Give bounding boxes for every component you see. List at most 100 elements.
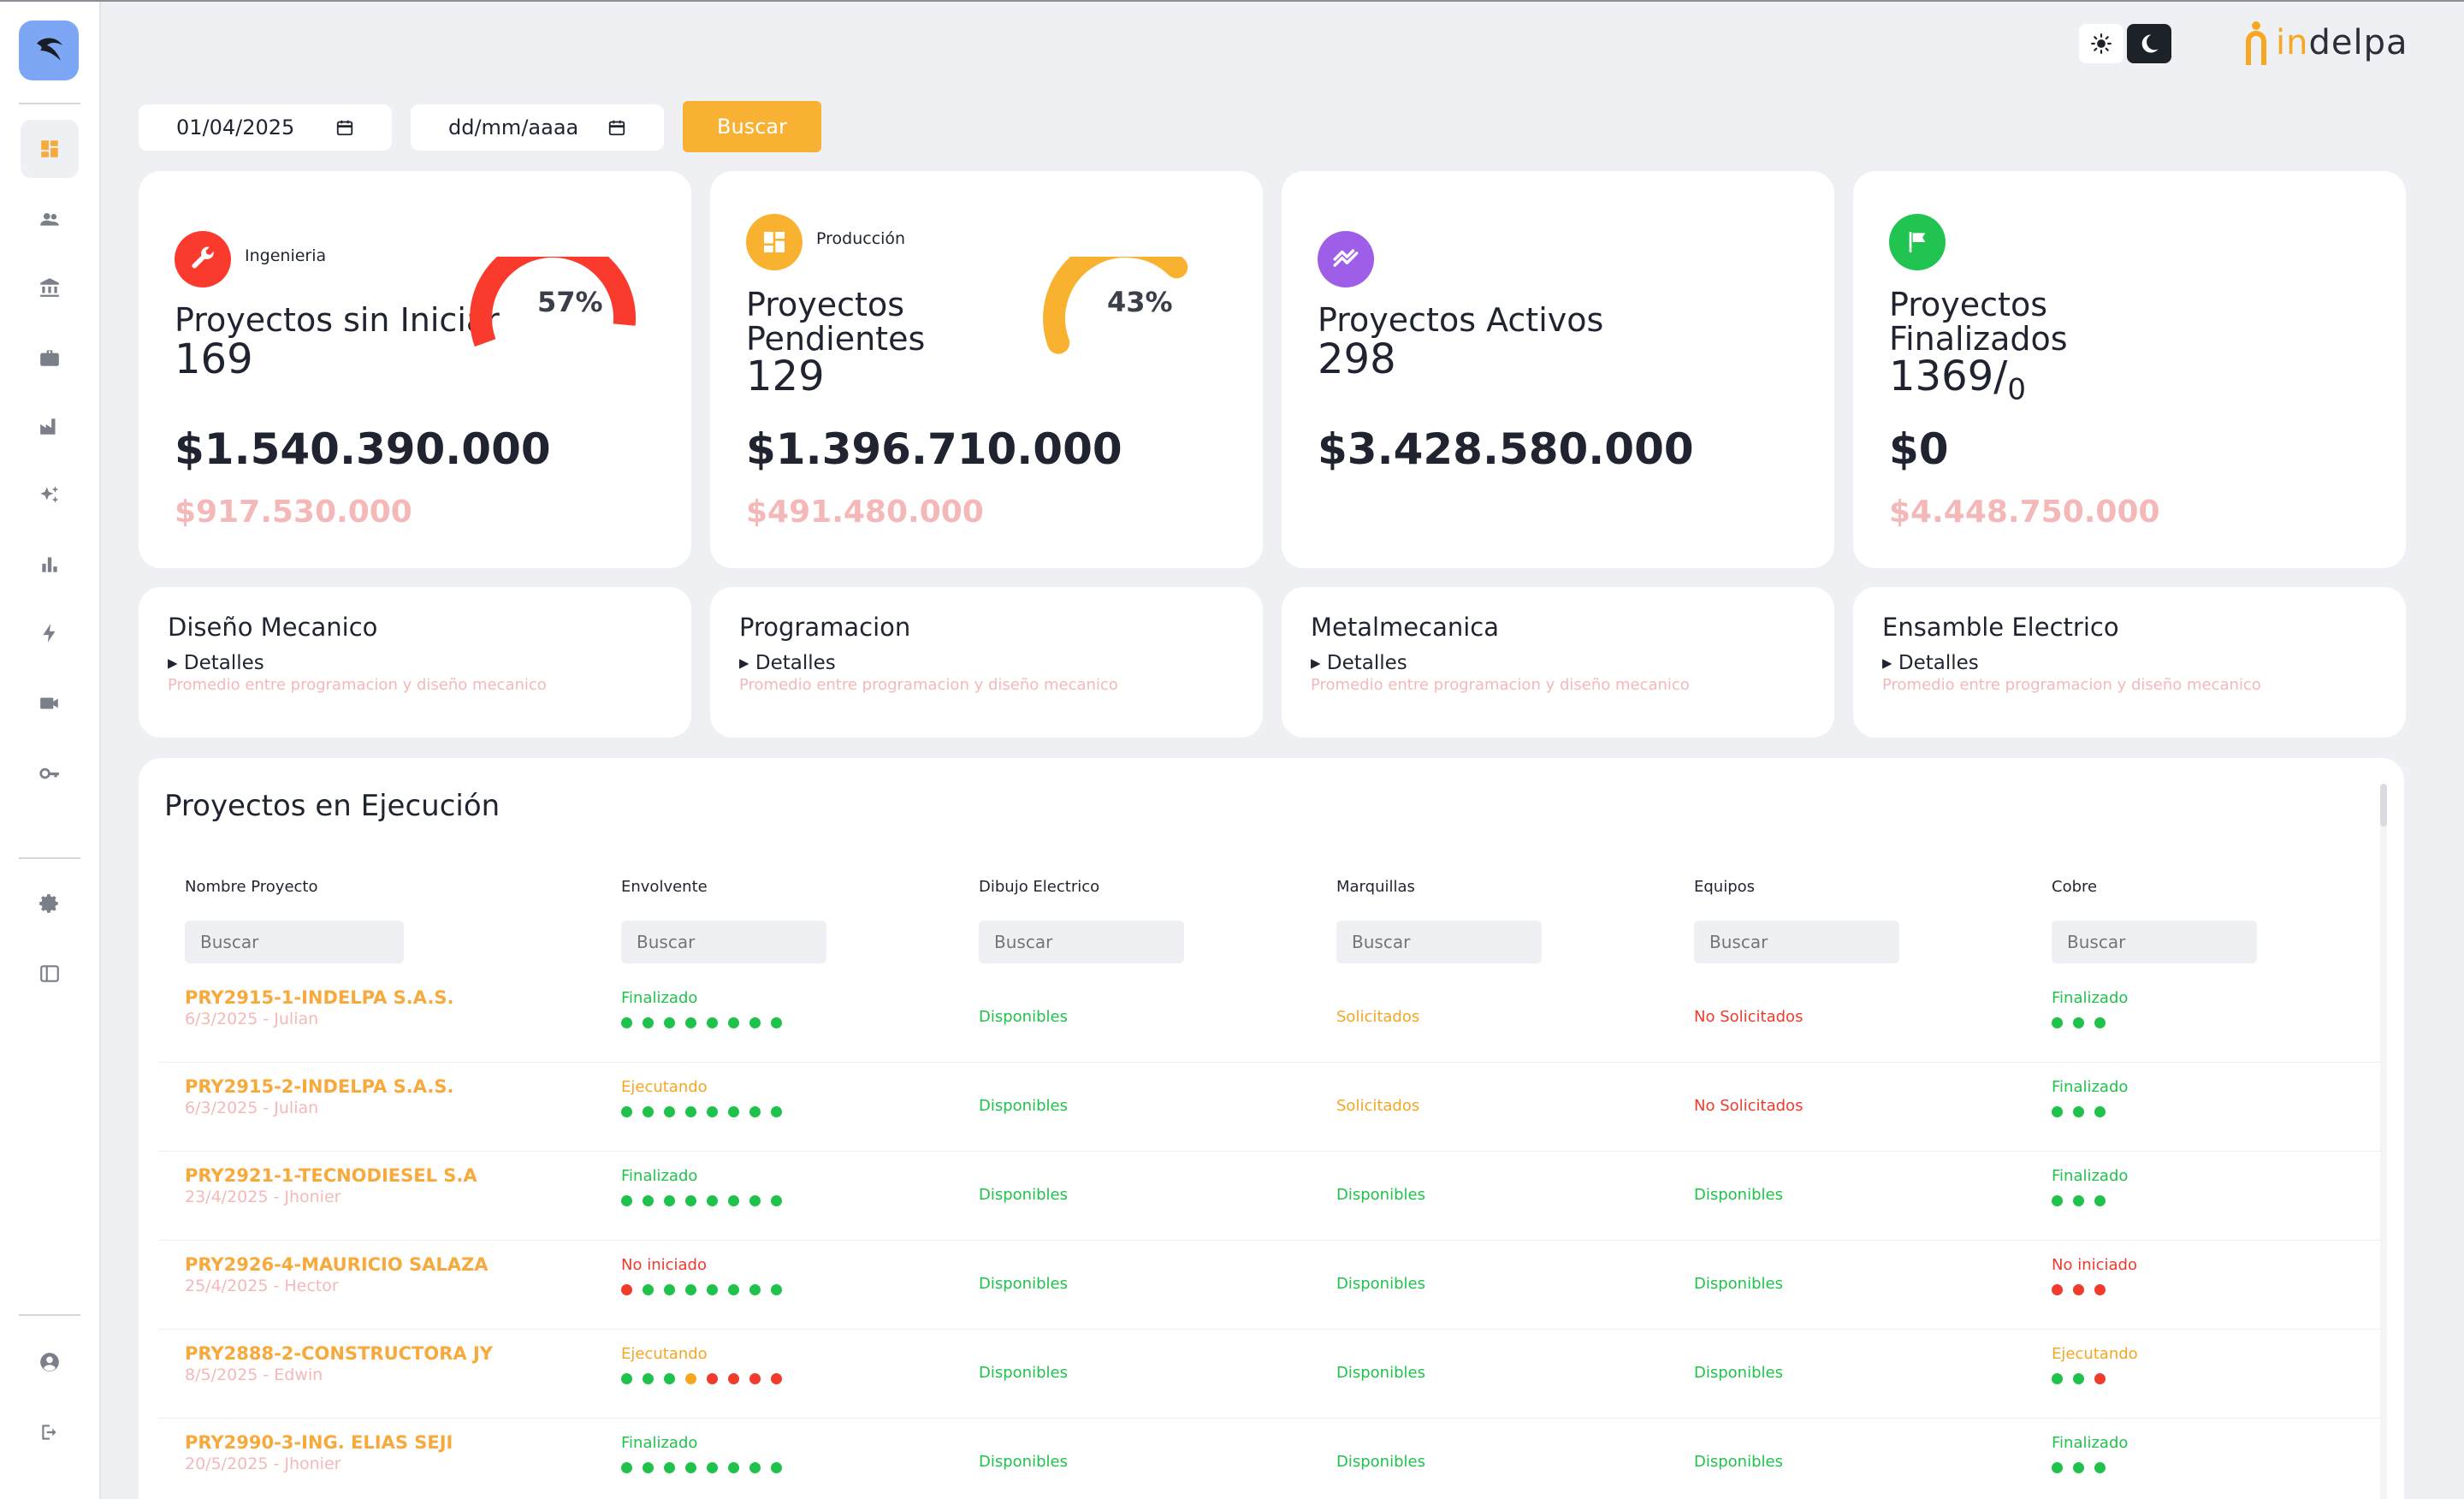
key-icon xyxy=(39,767,59,779)
cobre-status: Finalizado xyxy=(2052,1167,2129,1185)
cobre-cell: Finalizado xyxy=(2052,1078,2128,1117)
nav-dashboard[interactable] xyxy=(21,120,79,178)
search-button[interactable]: Buscar xyxy=(683,101,821,152)
table-row[interactable]: PRY2921-1-TECNODIESEL S.A 23/4/2025 - Jho… xyxy=(159,1152,2384,1241)
kpi-card-sin-iniciar: Ingenieria Proyectos sin Iniciar 169 57%… xyxy=(139,171,691,568)
nav-logout[interactable] xyxy=(21,1403,79,1461)
cobre-status: No iniciado xyxy=(2052,1256,2137,1274)
area-name: Programacion xyxy=(739,613,911,642)
dark-theme-button[interactable] xyxy=(2127,24,2171,63)
status-dot xyxy=(2052,1195,2063,1206)
date-from-input[interactable]: 01/04/2025 xyxy=(139,104,392,151)
dashboard-icon xyxy=(41,140,58,157)
nav-sparkles[interactable] xyxy=(21,465,79,524)
search-dibujo-input[interactable] xyxy=(979,921,1184,963)
status-dot xyxy=(621,1195,632,1206)
project-date-owner: 6/3/2025 - Julian xyxy=(185,1010,319,1028)
calendar-icon[interactable] xyxy=(335,118,354,137)
project-name[interactable]: PRY2915-2-INDELPA S.A.S. xyxy=(185,1076,454,1097)
project-name[interactable]: PRY2888-2-CONSTRUCTORA JY xyxy=(185,1343,493,1364)
status-dot xyxy=(621,1462,632,1473)
search-nombre-input[interactable] xyxy=(185,921,404,963)
table-row[interactable]: PRY2990-3-ING. ELIAS SEJI 20/5/2025 - Jho… xyxy=(159,1419,2384,1499)
table-row[interactable]: PRY2888-2-CONSTRUCTORA JY 8/5/2025 - Edwi… xyxy=(159,1330,2384,1419)
area-details-toggle[interactable]: ▸ Detalles xyxy=(1882,652,1979,674)
status-dot xyxy=(749,1284,761,1295)
column-header[interactable]: Marquillas xyxy=(1336,878,1415,896)
envolvente-progress xyxy=(621,1106,782,1117)
nav-key[interactable] xyxy=(21,744,79,803)
table-row[interactable]: PRY2926-4-MAURICIO SALAZA 25/4/2025 - Hec… xyxy=(159,1241,2384,1330)
nav-lightning[interactable] xyxy=(21,604,79,662)
nav-settings[interactable] xyxy=(21,874,79,933)
light-theme-button[interactable] xyxy=(2079,24,2123,63)
kpi-count: 169 xyxy=(175,335,253,383)
column-header[interactable]: Envolvente xyxy=(621,878,708,896)
nav-users[interactable] xyxy=(21,190,79,248)
kpi-gauge xyxy=(470,257,637,347)
area-details-toggle[interactable]: ▸ Detalles xyxy=(1311,652,1407,674)
equipos-status: No Solicitados xyxy=(1694,1097,1804,1115)
nav-bank[interactable] xyxy=(21,258,79,317)
cobre-progress xyxy=(2052,1373,2138,1384)
nav-factory[interactable] xyxy=(21,397,79,455)
search-equipos-input[interactable] xyxy=(1694,921,1899,963)
project-name[interactable]: PRY2915-1-INDELPA S.A.S. xyxy=(185,987,454,1008)
envolvente-cell: Ejecutando xyxy=(621,1345,782,1384)
kpi-category: Producción xyxy=(816,229,906,248)
column-header[interactable]: Nombre Proyecto xyxy=(185,878,318,896)
status-dot xyxy=(771,1284,782,1295)
scrollbar-thumb[interactable] xyxy=(2380,784,2387,827)
status-dot xyxy=(664,1462,675,1473)
nav-briefcase[interactable] xyxy=(21,329,79,387)
sidebar-divider xyxy=(19,857,80,859)
column-header[interactable]: Dibujo Electrico xyxy=(979,878,1099,896)
area-details-toggle[interactable]: ▸ Detalles xyxy=(739,652,836,674)
status-dot xyxy=(707,1284,718,1295)
briefcase-icon xyxy=(40,350,59,366)
marquillas-status: Solicitados xyxy=(1336,1097,1420,1115)
column-header[interactable]: Equipos xyxy=(1694,878,1755,896)
status-dot xyxy=(2073,1462,2084,1473)
table-row[interactable]: PRY2915-1-INDELPA S.A.S. 6/3/2025 - Julia… xyxy=(159,974,2384,1063)
project-name[interactable]: PRY2990-3-ING. ELIAS SEJI xyxy=(185,1432,453,1453)
area-details-toggle[interactable]: ▸ Detalles xyxy=(168,652,264,674)
equipos-status: Disponibles xyxy=(1694,1364,1783,1382)
status-dot xyxy=(2052,1106,2063,1117)
search-envolvente-input[interactable] xyxy=(621,921,826,963)
status-dot xyxy=(771,1195,782,1206)
search-marquillas-input[interactable] xyxy=(1336,921,1542,963)
status-dot xyxy=(643,1284,654,1295)
nav-video[interactable] xyxy=(21,674,79,732)
nav-sidebar-toggle[interactable] xyxy=(21,945,79,1003)
project-name[interactable]: PRY2921-1-TECNODIESEL S.A xyxy=(185,1165,477,1186)
search-cobre-input[interactable] xyxy=(2052,921,2257,963)
nav-bar-chart[interactable] xyxy=(21,536,79,594)
status-dot xyxy=(664,1195,675,1206)
status-dot xyxy=(2052,1373,2063,1384)
status-dot xyxy=(685,1195,696,1206)
cobre-progress xyxy=(2052,1195,2128,1206)
status-dot xyxy=(749,1373,761,1384)
envolvente-progress xyxy=(621,1462,782,1473)
envolvente-status: Finalizado xyxy=(621,1434,698,1452)
project-name[interactable]: PRY2926-4-MAURICIO SALAZA xyxy=(185,1254,489,1275)
area-name: Diseño Mecanico xyxy=(168,613,378,642)
date-to-input[interactable]: dd/mm/aaaa xyxy=(411,104,664,151)
nav-account[interactable] xyxy=(21,1333,79,1391)
area-note: Promedio entre programacion y diseño mec… xyxy=(1311,676,1690,694)
calendar-icon[interactable] xyxy=(607,118,626,137)
status-dot xyxy=(2094,1373,2106,1384)
status-dot xyxy=(685,1462,696,1473)
envolvente-status: No iniciado xyxy=(621,1256,707,1274)
app-logo[interactable] xyxy=(19,21,79,80)
project-date-owner: 23/4/2025 - Jhonier xyxy=(185,1188,341,1206)
section-title: Proyectos en Ejecución xyxy=(164,789,500,823)
table-row[interactable]: PRY2915-2-INDELPA S.A.S. 6/3/2025 - Julia… xyxy=(159,1063,2384,1152)
date-to-value: dd/mm/aaaa xyxy=(448,116,579,139)
column-header[interactable]: Cobre xyxy=(2052,878,2097,896)
kpi-sub-amount: $4.448.750.000 xyxy=(1889,495,2160,530)
cobre-cell: Finalizado xyxy=(2052,1167,2128,1206)
status-dot xyxy=(728,1195,739,1206)
area-card: Diseño Mecanico ▸ Detalles Promedio entr… xyxy=(139,587,691,738)
